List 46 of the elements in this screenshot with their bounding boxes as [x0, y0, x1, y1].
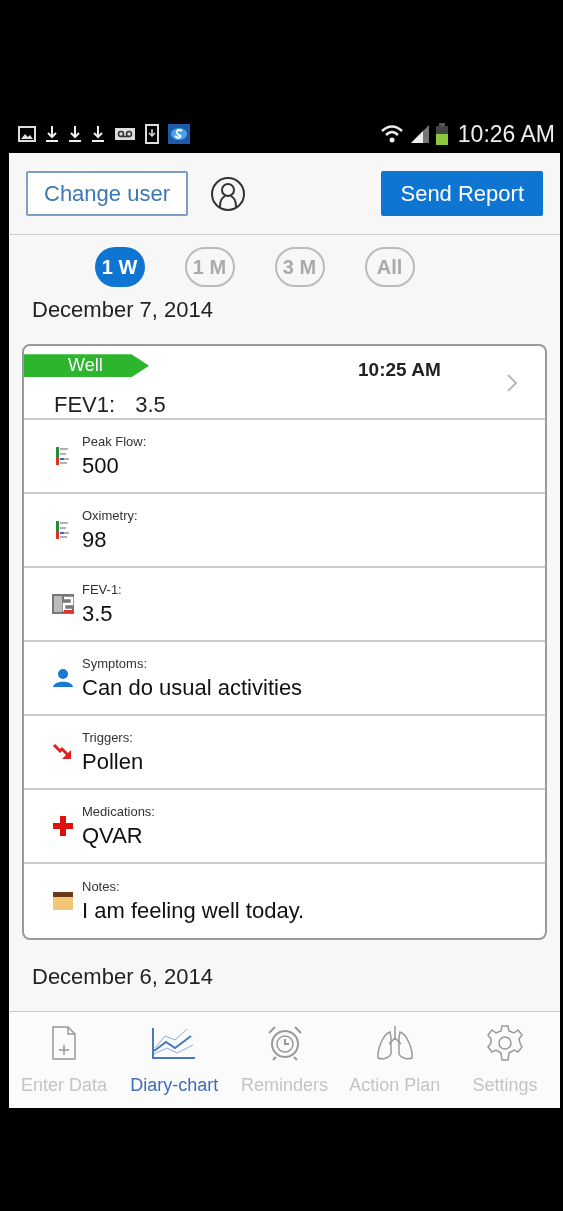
field-value: Pollen — [82, 748, 144, 776]
field-label: Notes: — [82, 877, 121, 896]
field-value: Can do usual activities — [82, 674, 303, 702]
voicemail-icon — [114, 127, 136, 141]
document-plus-icon — [51, 1024, 78, 1063]
field-value: QVAR — [82, 822, 144, 850]
range-tab[interactable]: 1 W — [94, 247, 145, 288]
download-icon — [91, 125, 105, 143]
battery-icon — [435, 123, 448, 145]
image-icon — [18, 126, 36, 142]
field-value: 3.5 — [82, 600, 114, 628]
chevron-right-icon — [507, 374, 517, 393]
range-tab[interactable]: All — [364, 247, 415, 288]
field-label: Medications: — [82, 802, 155, 821]
field-value: 500 — [82, 452, 120, 480]
date-heading: December 7, 2014 — [31, 296, 214, 325]
date-heading: December 6, 2014 — [31, 963, 214, 992]
cross-icon — [52, 815, 74, 838]
nav-tab[interactable]: Diary-chart — [119, 1012, 230, 1108]
user-icon — [210, 175, 246, 212]
field-value: I am feeling well today. — [82, 897, 305, 925]
field-label: Triggers: — [82, 728, 134, 747]
entry-time: 10:25 AM — [358, 358, 441, 383]
lungs-icon — [374, 1024, 415, 1063]
phone-download-icon — [145, 124, 159, 144]
range-tab[interactable]: 3 M — [274, 247, 325, 288]
download-icon — [45, 125, 59, 143]
app-icon — [168, 124, 190, 144]
summary-label: FEV1: — [54, 391, 116, 420]
summary-value: 3.5 — [135, 391, 166, 420]
field-label: FEV-1: — [82, 580, 122, 599]
settings-icon — [485, 1024, 524, 1063]
person-icon — [52, 668, 74, 689]
field-value: 98 — [82, 526, 108, 554]
signal-icon — [409, 124, 430, 144]
range-tab[interactable]: 1 M — [184, 247, 235, 288]
field-label: Oximetry: — [82, 506, 138, 525]
field-label: Peak Flow: — [82, 432, 147, 451]
status-time: 10:26 AM — [457, 119, 555, 149]
change-user-button[interactable]: Change user — [26, 171, 188, 217]
field-label: Symptoms: — [82, 654, 148, 673]
wifi-icon — [379, 124, 404, 144]
download-icon — [68, 125, 82, 143]
status-flag: Well — [24, 354, 149, 378]
send-report-button[interactable]: Send Report — [381, 171, 543, 217]
notepad-icon — [52, 891, 74, 912]
